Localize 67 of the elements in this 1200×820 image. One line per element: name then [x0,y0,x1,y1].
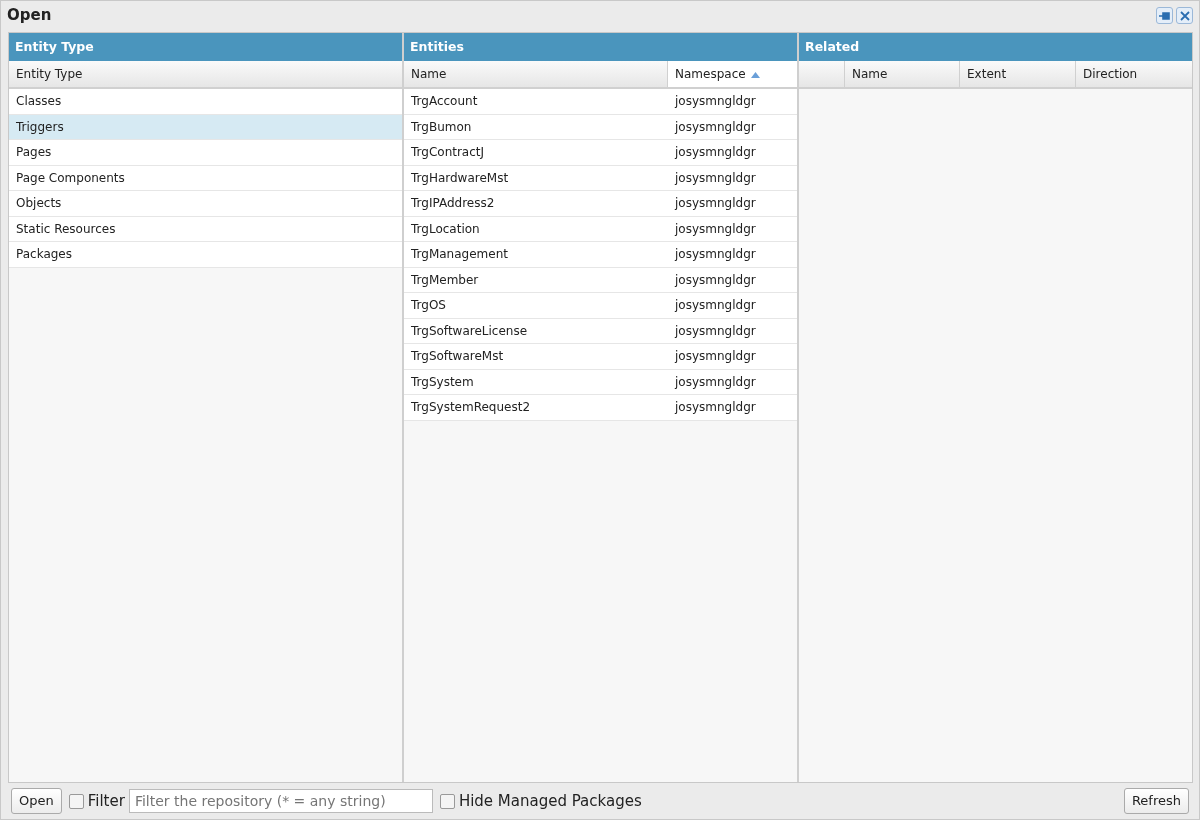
column-header[interactable]: Entity Type [9,61,402,87]
table-cell-text: josysmngldgr [673,195,757,212]
table-cell-text: josysmngldgr [673,118,757,136]
list-item[interactable]: Pages [9,140,402,166]
table-row[interactable]: TrgHardwareMst josysmngldgr [404,165,797,191]
column-header[interactable]: Namespace [668,61,797,87]
table-row[interactable]: TrgSoftwareLicense josysmngldgr [404,318,797,344]
panel-header: Related [799,33,1192,61]
filter-field[interactable]: Filter the repository (* = any string) [128,789,433,813]
panel-header: Entities [404,33,797,61]
table-cell-text: TrgSoftwareLicense [410,322,529,340]
close-icon [1179,10,1190,21]
table-cell-text: josysmngldgr [673,144,757,161]
table-cell-text: TrgSystem [410,373,475,391]
table-cell-text: TrgAccount [410,93,479,110]
column-header[interactable]: Extent [960,61,1076,87]
list-item[interactable]: Classes [9,89,402,115]
close-button[interactable] [1176,7,1193,24]
panel-header: Entity Type [9,33,402,61]
table-row[interactable]: TrgIPAddress2 josysmngldgr [404,191,797,217]
table-cell-text: josysmngldgr [673,93,757,110]
table-cell-text: TrgContractJ [410,144,486,161]
table-cell-text: TrgLocation [410,220,481,238]
table-cell-text: TrgHardwareMst [410,169,510,187]
table-cell-text: josysmngldgr [673,348,757,365]
table-row[interactable]: TrgManagement josysmngldgr [404,242,797,268]
column-header[interactable]: Name [845,61,960,87]
list-item[interactable]: Triggers [9,114,402,140]
table-cell-text: TrgManagement [410,246,509,263]
checkbox[interactable] [68,793,84,809]
table-cell-text: TrgBumon [410,118,473,136]
column-header[interactable]: Direction [1076,61,1192,87]
table-row[interactable]: TrgSoftwareMst josysmngldgr [404,344,797,370]
refresh-button[interactable]: Refresh [1123,788,1189,814]
list-item[interactable]: Packages [9,242,402,268]
sort-arrow-icon [750,71,760,78]
table-cell-text: josysmngldgr [673,399,757,416]
open-button[interactable]: Open [11,788,62,814]
list-item[interactable]: Static Resources [9,216,402,242]
list-item[interactable]: Page Components [9,165,402,191]
table-cell-text: josysmngldgr [673,297,757,314]
table-cell-text: josysmngldgr [673,373,757,391]
table-cell-text: TrgIPAddress2 [410,195,496,212]
window-title: Open [7,5,52,27]
list-item[interactable]: Objects [9,191,402,217]
table-row[interactable]: TrgAccount josysmngldgr [404,89,797,115]
table-cell-text: josysmngldgr [673,220,757,238]
table-cell-text: TrgSystemRequest2 [410,399,532,416]
checkbox[interactable] [439,793,455,809]
table-row[interactable]: TrgMember josysmngldgr [404,267,797,293]
table-cell-text: TrgSoftwareMst [410,348,505,365]
pin-button[interactable] [1156,7,1173,24]
table-cell-text: josysmngldgr [673,322,757,340]
pin-icon [1158,10,1171,21]
table-row[interactable]: TrgContractJ josysmngldgr [404,140,797,166]
checkbox-label: Filter [87,790,125,812]
table-row[interactable]: TrgSystemRequest2 josysmngldgr [404,395,797,421]
table-row[interactable]: TrgOS josysmngldgr [404,293,797,319]
table-cell-text: TrgMember [410,271,480,289]
table-row[interactable]: TrgBumon josysmngldgr [404,114,797,140]
table-cell-text: TrgOS [410,297,447,314]
checkbox-label: Hide Managed Packages [458,790,642,812]
table-cell-text: josysmngldgr [673,246,757,263]
table-row[interactable]: TrgSystem josysmngldgr [404,369,797,395]
table-row[interactable]: TrgLocation josysmngldgr [404,216,797,242]
table-cell-text: josysmngldgr [673,169,757,187]
table-cell-text: josysmngldgr [673,271,757,289]
